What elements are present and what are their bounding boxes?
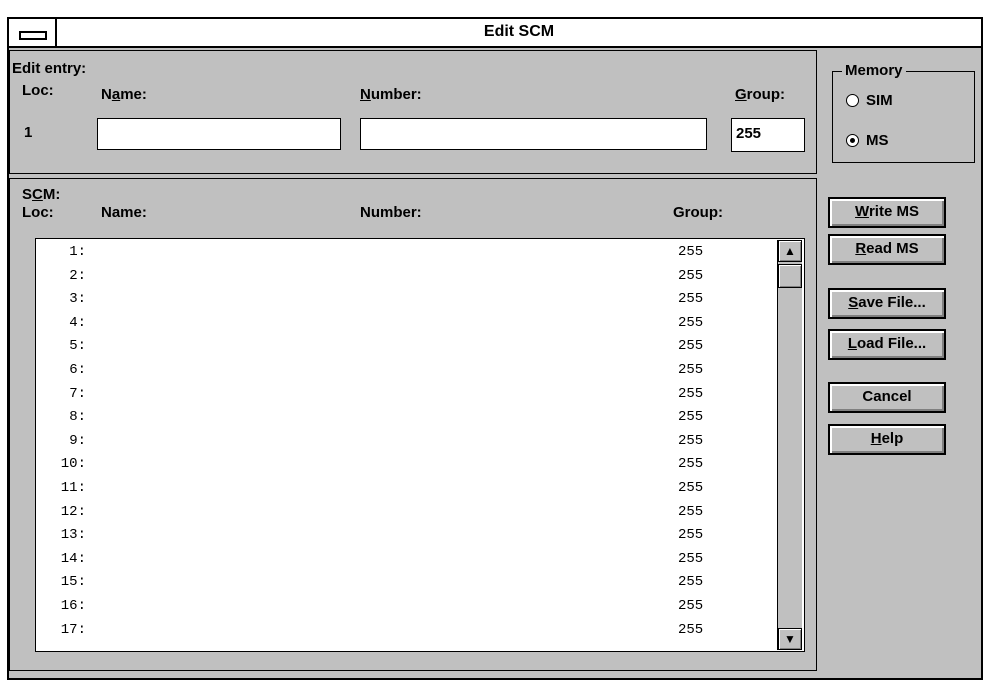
row-loc: 7: xyxy=(69,385,86,402)
group-input[interactable]: 255 xyxy=(731,118,805,152)
system-menu-icon[interactable] xyxy=(9,19,57,46)
row-group: 255 xyxy=(678,432,704,449)
help-button[interactable]: Help xyxy=(828,424,946,455)
scm-label: SCM: xyxy=(22,186,61,203)
col-group-header: Group: xyxy=(673,204,723,221)
row-loc: 14: xyxy=(60,550,86,567)
row-loc: 17: xyxy=(60,621,86,638)
row-group: 255 xyxy=(678,503,704,520)
edit-loc-label: Loc: xyxy=(22,82,54,99)
radio-sim[interactable] xyxy=(846,94,859,107)
edit-number-label: Number: xyxy=(360,86,422,103)
row-loc: 16: xyxy=(60,598,86,614)
row-loc: 2: xyxy=(69,267,86,284)
window-title: Edit SCM xyxy=(483,23,555,40)
row-loc: 5: xyxy=(69,338,86,355)
row-group: 255 xyxy=(678,480,704,496)
row-group: 255 xyxy=(678,527,704,544)
radio-selected-dot xyxy=(850,138,855,143)
memory-label: Memory xyxy=(842,62,906,79)
write-ms-button[interactable]: Write MS xyxy=(828,197,946,228)
row-group: 255 xyxy=(678,267,704,284)
row-group: 255 xyxy=(678,291,704,308)
edit-name-label: Name: xyxy=(101,86,147,103)
row-loc: 11: xyxy=(60,480,86,496)
save-file-button[interactable]: Save File... xyxy=(828,288,946,319)
edit-group-label: Group: xyxy=(735,86,785,103)
row-loc: 10: xyxy=(60,456,86,473)
radio-ms-label[interactable]: MS xyxy=(866,132,889,149)
edit-loc-value: 1 xyxy=(24,124,33,141)
memory-group xyxy=(832,71,975,163)
row-group: 255 xyxy=(678,621,704,638)
row-group: 255 xyxy=(678,385,704,402)
scm-list[interactable]: 1: 255 2: 255 3: 255 4: 255 5: 255 6: 255 7: 255 8: 255… xyxy=(35,238,805,652)
row-loc: 15: xyxy=(60,574,86,591)
col-loc-header: Loc: xyxy=(22,204,54,221)
list-scrollbar[interactable]: ▲ ▼ xyxy=(777,240,802,650)
row-group: 255 xyxy=(678,456,704,473)
row-group: 255 xyxy=(678,338,704,355)
col-name-header: Name: xyxy=(101,204,147,221)
row-group: 255 xyxy=(678,574,704,591)
col-number-header: Number: xyxy=(360,204,422,221)
row-loc: 9: xyxy=(69,432,86,449)
row-group: 255 xyxy=(678,314,704,331)
row-loc: 3: xyxy=(69,291,86,308)
down-arrow-icon[interactable]: ▼ xyxy=(778,628,802,650)
row-loc: 8: xyxy=(69,409,86,426)
load-file-button[interactable]: Load File... xyxy=(828,329,946,360)
row-loc: 6: xyxy=(69,362,86,378)
row-group: 255 xyxy=(678,362,704,378)
edit-entry-group xyxy=(9,50,817,174)
radio-sim-label[interactable]: SIM xyxy=(866,92,893,109)
row-group: 255 xyxy=(678,550,704,567)
row-group: 255 xyxy=(678,409,704,426)
row-group: 255 xyxy=(678,244,704,260)
row-loc: 4: xyxy=(69,314,86,331)
number-input[interactable] xyxy=(360,118,707,150)
row-group: 255 xyxy=(678,598,704,614)
edit-entry-label: Edit entry: xyxy=(12,60,87,77)
scroll-thumb[interactable] xyxy=(778,264,802,288)
read-ms-button[interactable]: Read MS xyxy=(828,234,946,265)
title-bar: Edit SCM xyxy=(9,19,981,48)
name-input[interactable] xyxy=(97,118,341,150)
row-loc: 13: xyxy=(60,527,86,544)
row-loc: 1: xyxy=(69,244,86,260)
up-arrow-icon[interactable]: ▲ xyxy=(778,240,802,262)
radio-ms[interactable] xyxy=(846,134,859,147)
row-loc: 12: xyxy=(60,503,86,520)
cancel-button[interactable]: Cancel xyxy=(828,382,946,413)
